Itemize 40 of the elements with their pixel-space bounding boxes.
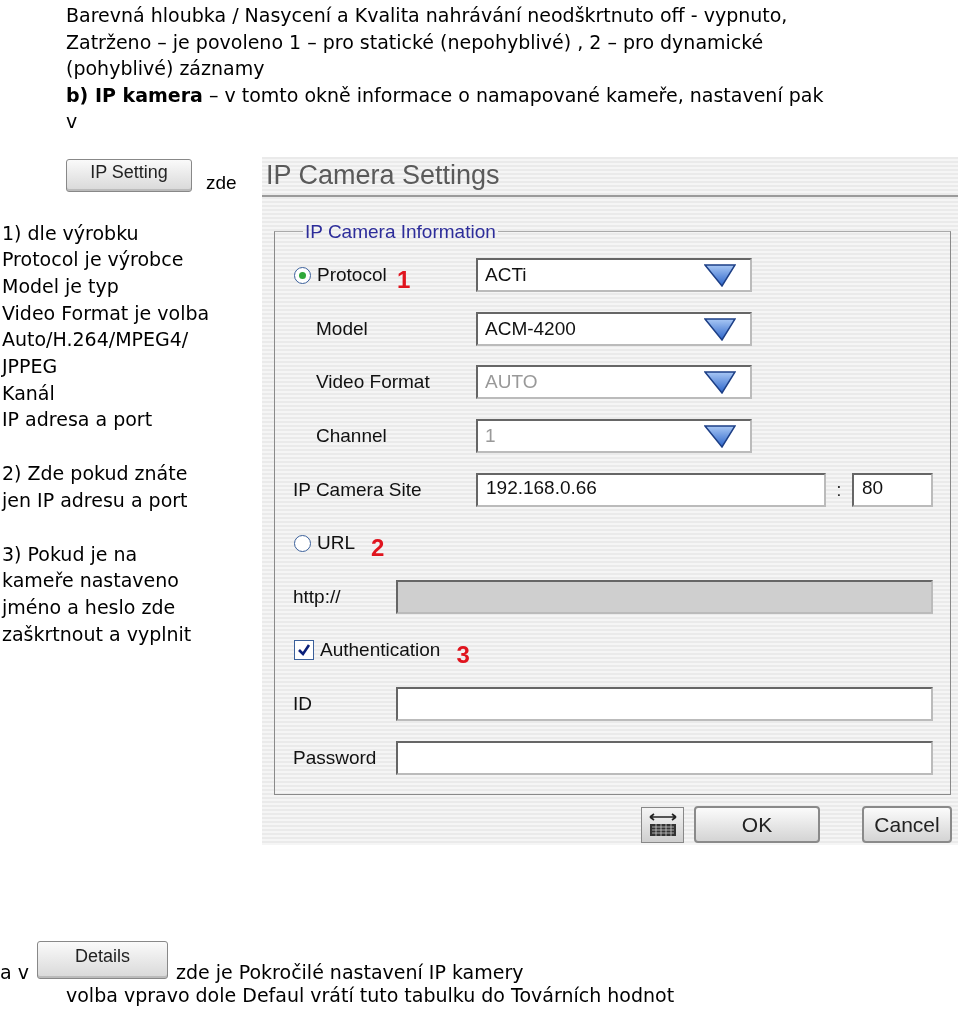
field-label: Protocol bbox=[317, 264, 387, 287]
paragraph: Barevná hloubka / Nasycení a Kvalita nahrávání neodškrtnuto off - vypnuto, Zatrženo – je povoleno 1 – pro statické (nepohyblivé) , 2 – pro dynamické (pohyblivé) záznamy b) IP kamera – v tomto okně informace o namapované kameře, nastavení pak v bbox=[65, 3, 825, 134]
dialog-title: IP Camera Settings bbox=[262, 156, 958, 197]
field-label: http:// bbox=[293, 585, 341, 608]
ip-address-field[interactable]: 192.168.0.66 bbox=[476, 472, 826, 507]
input-field[interactable] bbox=[396, 740, 933, 775]
radio-button[interactable] bbox=[294, 534, 311, 552]
ip-setting-button[interactable]: IP Setting bbox=[66, 158, 192, 192]
field-label: Password bbox=[293, 746, 377, 769]
dropdown[interactable]: ACM-4200 bbox=[476, 311, 752, 346]
field-label: Model bbox=[316, 317, 368, 340]
dropdown[interactable]: ACTi bbox=[476, 258, 752, 293]
port-field[interactable]: 80 bbox=[852, 472, 933, 507]
field-label: Channel bbox=[316, 425, 387, 448]
caption: a v bbox=[0, 960, 29, 983]
input-field[interactable] bbox=[396, 687, 933, 722]
group-label: IP Camera Information bbox=[304, 220, 497, 243]
option-label: Authentication bbox=[320, 639, 441, 662]
keyboard-button[interactable] bbox=[641, 806, 684, 843]
ok-button[interactable]: OK bbox=[694, 806, 820, 844]
caption: volba vpravo dole Defaul vrátí tuto tabulku do Továrních hodnot bbox=[66, 983, 676, 1007]
field-label: IP Camera Site bbox=[293, 478, 422, 501]
annotation-number: 1 bbox=[397, 266, 411, 295]
dropdown-arrow-icon[interactable] bbox=[704, 263, 736, 288]
annotation-number: 3 bbox=[456, 641, 470, 670]
dropdown-arrow-icon[interactable] bbox=[704, 316, 736, 341]
details-button[interactable]: Details bbox=[36, 940, 168, 979]
field-label: Video Format bbox=[316, 371, 430, 394]
annotation-number: 2 bbox=[371, 534, 385, 563]
note-text: 1) dle výrobku Protocol je výrobce Model je typ Video Format je volba Auto/H.264/MPEG4/ JPPEG Kanál IP adresa a port bbox=[2, 220, 211, 433]
field-label: ID bbox=[293, 693, 312, 716]
caption: zde bbox=[206, 171, 237, 194]
checkbox[interactable] bbox=[294, 640, 314, 661]
caption: zde je Pokročilé nastavení IP kamery bbox=[175, 960, 524, 983]
note-text: 3) Pokud je na kameře nastaveno jméno a heslo zde zaškrtnout a vyplnit bbox=[2, 541, 193, 647]
cancel-button[interactable]: Cancel bbox=[862, 806, 952, 844]
note-text: 2) Zde pokud znáte jen IP adresu a port bbox=[2, 461, 189, 513]
radio-button[interactable] bbox=[294, 266, 311, 284]
separator: : bbox=[835, 478, 843, 501]
option-label: URL bbox=[317, 532, 355, 555]
